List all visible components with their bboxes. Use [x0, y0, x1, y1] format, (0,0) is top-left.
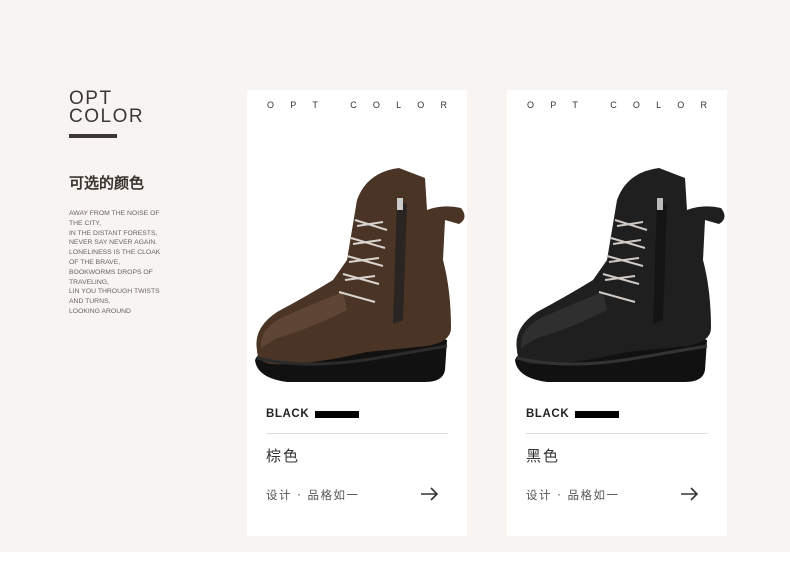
poem-line: LONELINESS IS THE CLOAK [69, 249, 161, 257]
color-card-brown[interactable]: O P T C O L O R BLACK 棕色 设计 · 品格如一 [247, 90, 467, 536]
header-letter: O [527, 100, 535, 110]
design-tagline: 设计 · 品格如一 [266, 488, 360, 502]
intro-panel: OPT COLOR 可选的颜色 AWAY FROM THE NOISE OF T… [69, 89, 229, 317]
poem-line: NEVER SAY NEVER AGAIN. [69, 239, 158, 247]
design-tagline: 设计 · 品格如一 [526, 488, 620, 502]
header-letter: C [350, 100, 357, 110]
header-letter: C [610, 100, 617, 110]
color-label: BLACK [266, 408, 310, 420]
boot-icon [255, 168, 465, 382]
header-letter: R [700, 100, 707, 110]
poem-line: THE CITY, [69, 219, 101, 227]
poem-line: AWAY FROM THE NOISE OF [69, 210, 160, 217]
divider [266, 433, 448, 434]
poem-line: OF THE BRAVE, [69, 258, 121, 266]
arrow-right-icon[interactable] [420, 486, 440, 502]
label-row: BLACK [266, 408, 360, 420]
color-label: BLACK [526, 408, 570, 420]
poem-line: AND TURNS, [69, 298, 111, 306]
label-row: BLACK [526, 408, 620, 420]
header-letter: O [372, 100, 380, 110]
header-letter: L [396, 100, 402, 110]
poem-line: TRAVELING, [69, 278, 109, 286]
poem-line: BOOKWORMS DROPS OF [69, 268, 153, 276]
card-header: O P T C O L O R [267, 100, 447, 110]
label-bar [575, 410, 620, 418]
header-letter: O [632, 100, 640, 110]
bottom-band [0, 552, 790, 564]
header-letter: R [440, 100, 447, 110]
divider [526, 433, 708, 434]
header-letter: T [572, 100, 578, 110]
boot-icon [515, 168, 725, 382]
poem-line: LOOKING AROUND [69, 307, 131, 315]
card-header: O P T C O L O R [527, 100, 707, 110]
header-letter: O [417, 100, 425, 110]
header-letter: P [290, 100, 297, 110]
header-letter: O [267, 100, 275, 110]
cn-subtitle: 可选的颜色 [69, 174, 145, 192]
poem-text: AWAY FROM THE NOISE OF THE CITY, IN THE … [69, 209, 169, 317]
header-letter: T [312, 100, 318, 110]
arrow-right-icon[interactable] [680, 486, 700, 502]
header-letter: L [656, 100, 662, 110]
title-line-2: COLOR [69, 106, 145, 127]
header-letter: P [550, 100, 557, 110]
color-name: 黑色 [526, 447, 561, 465]
color-name: 棕色 [266, 447, 301, 465]
section-title: OPT COLOR [69, 89, 229, 127]
poem-line: IN THE DISTANT FORESTS, [69, 229, 158, 237]
poem-line: LIN YOU THROUGH TWISTS [69, 288, 160, 296]
title-underline [69, 134, 117, 138]
color-card-black[interactable]: O P T C O L O R BLACK 黑色 设计 · 品格如一 [507, 90, 727, 536]
label-bar [315, 410, 360, 418]
header-letter: O [677, 100, 685, 110]
